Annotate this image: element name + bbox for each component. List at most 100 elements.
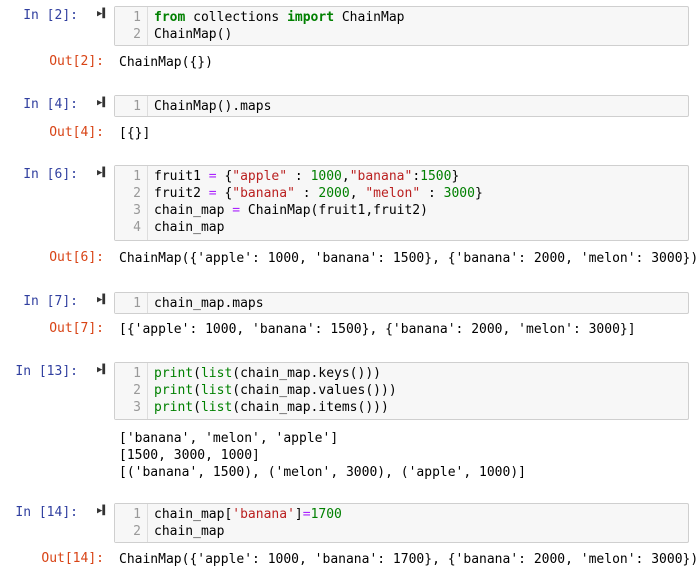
code-token: { xyxy=(216,169,233,184)
output-prompt: Out[4]: xyxy=(49,125,104,140)
run-cell-icon[interactable]: ▶▌ xyxy=(97,506,108,516)
code-token: } xyxy=(474,186,483,201)
code-token: "banana" xyxy=(349,169,413,184)
code-token: chain_map[ xyxy=(154,507,233,522)
code-token: chain_map xyxy=(154,524,225,539)
run-cell-icon[interactable]: ▶▌ xyxy=(97,365,108,375)
cell-output: ChainMap({}) xyxy=(119,55,213,70)
code-input-area[interactable]: 1 chain_map['banana']=1700 2 chain_map xyxy=(114,503,689,543)
code-line: 2 fruit2 = {"banana" : 2000, "melon" : 30… xyxy=(115,185,688,202)
code-text: chain_map['banana']=1700 xyxy=(154,506,342,523)
code-token: "banana" xyxy=(232,186,295,201)
code-text: ChainMap().maps xyxy=(154,98,271,115)
run-cell-icon[interactable]: ▶▌ xyxy=(97,168,108,178)
input-prompt: In [2]: xyxy=(23,8,78,23)
code-input-area[interactable]: 1 chain_map.maps xyxy=(114,292,689,314)
code-text: fruit1 = {"apple" : 1000,"banana":1500} xyxy=(154,168,459,185)
code-text: chain_map xyxy=(154,523,224,540)
code-token: 1000 xyxy=(310,169,342,184)
output-prompt: Out[6]: xyxy=(49,250,104,265)
code-token: collections xyxy=(185,10,288,25)
code-token: (chain_map.values())) xyxy=(232,383,397,398)
code-token: "apple" xyxy=(232,169,288,184)
code-token: , xyxy=(349,186,366,201)
code-token: = xyxy=(302,507,311,522)
cell-output: [{}] xyxy=(119,126,151,141)
code-token: "melon" xyxy=(365,186,421,201)
line-number: 1 xyxy=(133,169,141,184)
line-number: 2 xyxy=(133,186,141,201)
code-token: ( xyxy=(193,400,201,415)
line-number: 2 xyxy=(133,524,141,539)
code-input-area[interactable]: 1 from collections import ChainMap 2 ChainM… xyxy=(114,6,689,46)
code-token: list xyxy=(200,400,233,415)
code-token: 1500 xyxy=(420,169,452,184)
code-line: 1 chain_map.maps xyxy=(115,295,688,312)
code-token: list xyxy=(200,366,233,381)
output-prompt: Out[7]: xyxy=(49,321,104,336)
output-prompt: Out[14]: xyxy=(41,551,104,566)
code-line: 1 fruit1 = {"apple" : 1000,"banana":1500} xyxy=(115,168,688,185)
code-token: print xyxy=(154,383,194,398)
code-token: chain_map.maps xyxy=(154,296,264,311)
code-text: fruit2 = {"banana" : 2000, "melon" : 300… xyxy=(154,185,483,202)
line-number: 1 xyxy=(133,507,141,522)
output-prompt: Out[2]: xyxy=(49,54,104,69)
line-number: 2 xyxy=(133,383,141,398)
code-input-area[interactable]: 1 fruit1 = {"apple" : 1000,"banana":1500}… xyxy=(114,165,689,241)
line-number: 1 xyxy=(133,366,141,381)
code-token: chain_map xyxy=(154,220,225,235)
input-prompt: In [6]: xyxy=(23,167,78,182)
cell-output: [{'apple': 1000, 'banana': 1500}, {'bana… xyxy=(119,322,636,337)
code-token: ChainMap().maps xyxy=(154,99,272,114)
line-number: 1 xyxy=(133,10,141,25)
code-token: { xyxy=(216,186,233,201)
code-line: 1 chain_map['banana']=1700 xyxy=(115,506,688,523)
code-text: chain_map = ChainMap(fruit1,fruit2) xyxy=(154,202,428,219)
run-cell-icon[interactable]: ▶▌ xyxy=(97,98,108,108)
code-token: print xyxy=(154,366,194,381)
code-token: ( xyxy=(193,366,201,381)
code-token: 3000 xyxy=(443,186,475,201)
code-token: : xyxy=(294,186,319,201)
code-token: : xyxy=(287,169,311,184)
code-token: (chain_map.items())) xyxy=(232,400,389,415)
run-cell-icon[interactable]: ▶▌ xyxy=(97,295,108,305)
code-token: = xyxy=(232,203,241,218)
line-number: 1 xyxy=(133,99,141,114)
code-line: 1 print(list(chain_map.keys())) xyxy=(115,365,688,382)
code-token: ChainMap xyxy=(334,10,405,25)
cell-output: ChainMap({'apple': 1000, 'banana': 1700}… xyxy=(119,552,698,567)
line-number: 1 xyxy=(133,296,141,311)
code-input-area[interactable]: 1 ChainMap().maps xyxy=(114,95,689,117)
input-prompt: In [4]: xyxy=(23,97,78,112)
code-line: 4 chain_map xyxy=(115,219,688,236)
code-token: : xyxy=(420,186,444,201)
code-token: = xyxy=(208,169,217,184)
input-prompt: In [7]: xyxy=(23,294,78,309)
code-line: 3 chain_map = ChainMap(fruit1,fruit2) xyxy=(115,202,688,219)
code-token: ChainMap(fruit1,fruit2) xyxy=(240,203,428,218)
line-number: 3 xyxy=(133,400,141,415)
code-text: chain_map.maps xyxy=(154,295,264,312)
code-token: fruit1 xyxy=(154,169,209,184)
line-number: 2 xyxy=(133,27,141,42)
code-token: (chain_map.keys())) xyxy=(232,366,381,381)
code-token: 'banana' xyxy=(232,507,295,522)
cell-output: ChainMap({'apple': 1000, 'banana': 1500}… xyxy=(119,251,698,266)
code-token: fruit2 xyxy=(154,186,209,201)
code-line: 2 ChainMap() xyxy=(115,26,688,43)
code-text: chain_map xyxy=(154,219,224,236)
code-line: 2 chain_map xyxy=(115,523,688,540)
code-line: 2 print(list(chain_map.values())) xyxy=(115,382,688,399)
input-prompt: In [13]: xyxy=(15,364,78,379)
code-token: chain_map xyxy=(154,203,233,218)
code-text: ChainMap() xyxy=(154,26,232,43)
code-token: ( xyxy=(193,383,201,398)
code-line: 1 from collections import ChainMap xyxy=(115,9,688,26)
code-token: import xyxy=(287,10,335,25)
code-input-area[interactable]: 1 print(list(chain_map.keys())) 2 print(lis… xyxy=(114,362,689,420)
code-line: 1 ChainMap().maps xyxy=(115,98,688,115)
code-token: 2000 xyxy=(318,186,350,201)
run-cell-icon[interactable]: ▶▌ xyxy=(97,9,108,19)
